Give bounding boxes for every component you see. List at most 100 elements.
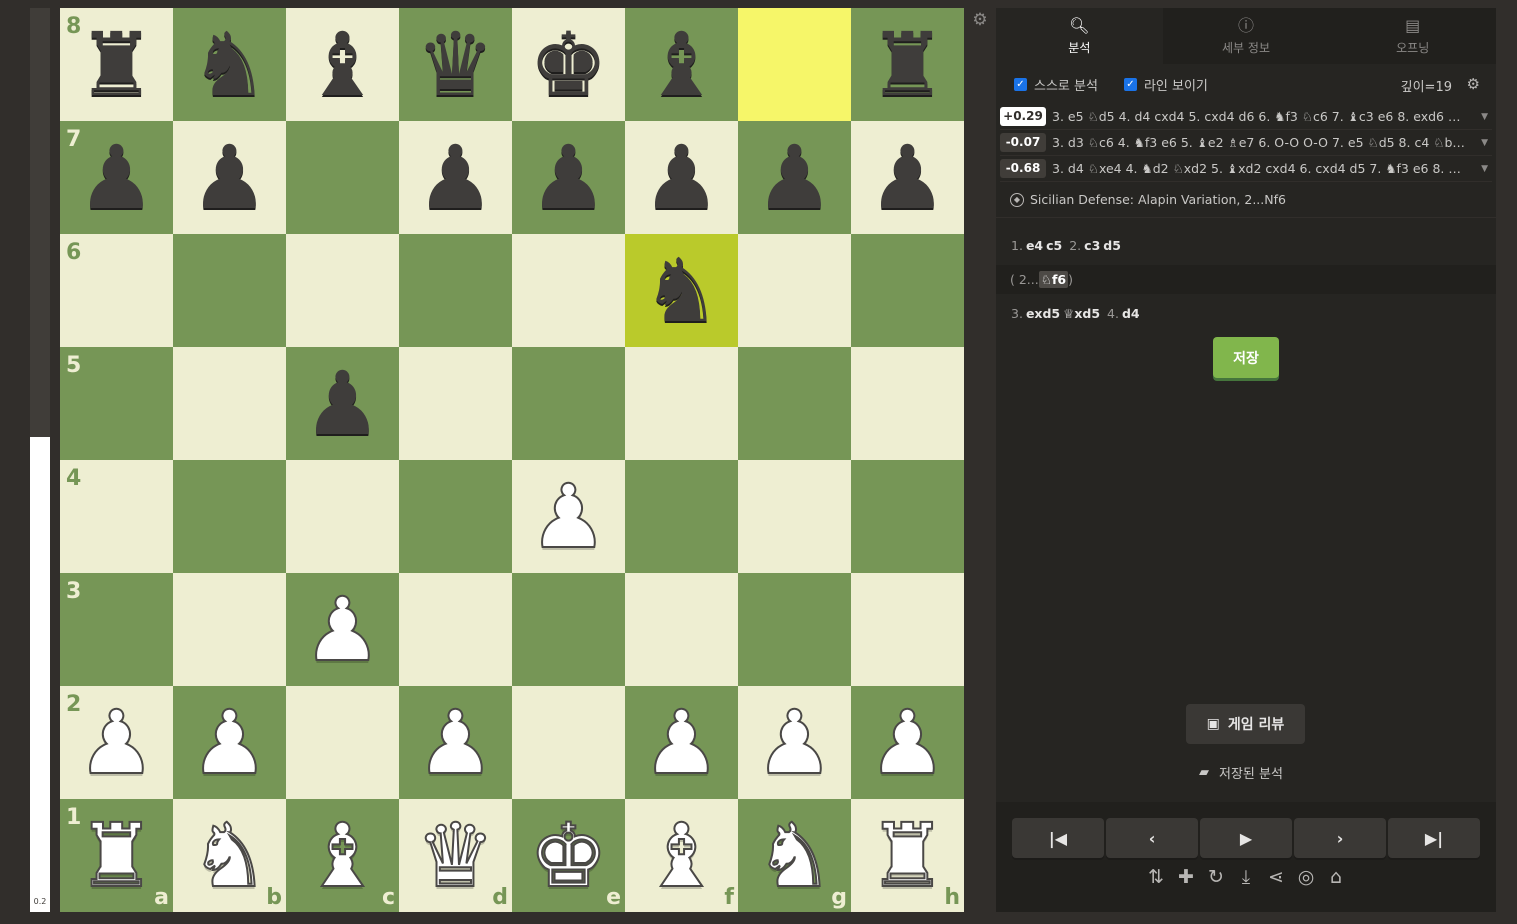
black-rook-icon[interactable]: ♜ xyxy=(868,20,947,109)
square-a2[interactable]: 2 ♟ xyxy=(60,686,173,799)
square-e7[interactable]: ♟ xyxy=(512,121,625,234)
square-e6[interactable] xyxy=(512,234,625,347)
square-h3[interactable] xyxy=(851,573,964,686)
square-d2[interactable]: ♟ xyxy=(399,686,512,799)
black-pawn-icon[interactable]: ♟ xyxy=(868,133,947,222)
museum-icon[interactable]: ⌂ xyxy=(1326,866,1346,888)
white-knight-icon[interactable]: ♞ xyxy=(189,810,270,900)
square-g3[interactable] xyxy=(738,573,851,686)
white-bishop-icon[interactable]: ♝ xyxy=(302,810,383,900)
square-c2[interactable] xyxy=(286,686,399,799)
black-pawn-icon[interactable]: ♟ xyxy=(642,133,721,222)
chess-board[interactable]: 8 ♜ ♞ ♝ ♛ ♚ ♝ ♜ 7 ♟ ♟ ♟ ♟ ♟ ♟ ♟ 6 ♞ 5 ♟ 4 ♟ 3 ♟ 2 ♟ ♟ ♟ ♟ ♟ ♟ 1 a ♜ b ♞ c ♝ d ♛… xyxy=(60,8,964,912)
move-white[interactable]: e4 xyxy=(1026,238,1043,253)
square-f6[interactable]: ♞ xyxy=(625,234,738,347)
square-b8[interactable]: ♞ xyxy=(173,8,286,121)
square-d4[interactable] xyxy=(399,460,512,573)
white-pawn-icon[interactable]: ♟ xyxy=(528,471,609,561)
square-b4[interactable] xyxy=(173,460,286,573)
square-c3[interactable]: ♟ xyxy=(286,573,399,686)
white-pawn-icon[interactable]: ♟ xyxy=(76,697,157,787)
white-pawn-icon[interactable]: ♟ xyxy=(415,697,496,787)
square-a8[interactable]: 8 ♜ xyxy=(60,8,173,121)
square-e4[interactable]: ♟ xyxy=(512,460,625,573)
square-g5[interactable] xyxy=(738,347,851,460)
square-e2[interactable] xyxy=(512,686,625,799)
share-icon[interactable]: ⋖ xyxy=(1266,866,1286,888)
square-g7[interactable]: ♟ xyxy=(738,121,851,234)
square-g6[interactable] xyxy=(738,234,851,347)
black-knight-icon[interactable]: ♞ xyxy=(642,246,721,335)
board-settings-gear-icon[interactable]: ⚙ xyxy=(971,11,989,29)
square-e1[interactable]: e ♚ xyxy=(512,799,625,912)
engine-settings-gear-icon[interactable]: ⚙ xyxy=(1467,75,1480,93)
move-black[interactable]: c5 xyxy=(1046,238,1062,253)
engine-line[interactable]: -0.68 3. d4 ♘xe4 4. ♞d2 ♘xd2 5. ♝xd2 cxd… xyxy=(1000,156,1492,182)
black-pawn-icon[interactable]: ♟ xyxy=(755,133,834,222)
white-king-icon[interactable]: ♚ xyxy=(528,810,609,900)
black-pawn-icon[interactable]: ♟ xyxy=(529,133,608,222)
add-icon[interactable]: ✚ xyxy=(1176,866,1196,888)
tab-analysis[interactable]: 🔍︎ 분석 xyxy=(996,8,1163,64)
square-d6[interactable] xyxy=(399,234,512,347)
white-pawn-icon[interactable]: ♟ xyxy=(754,697,835,787)
square-c7[interactable] xyxy=(286,121,399,234)
tab-openings[interactable]: ▤ 오프닝 xyxy=(1329,8,1496,64)
square-e3[interactable] xyxy=(512,573,625,686)
square-h6[interactable] xyxy=(851,234,964,347)
square-a4[interactable]: 4 xyxy=(60,460,173,573)
square-c8[interactable]: ♝ xyxy=(286,8,399,121)
white-bishop-icon[interactable]: ♝ xyxy=(641,810,722,900)
show-lines-checkbox[interactable]: ✓ 라인 보이기 xyxy=(1123,75,1208,94)
save-button[interactable]: 저장 xyxy=(1213,337,1279,378)
square-c6[interactable] xyxy=(286,234,399,347)
move-white[interactable]: d4 xyxy=(1122,306,1140,321)
white-pawn-icon[interactable]: ♟ xyxy=(302,584,383,674)
white-rook-icon[interactable]: ♜ xyxy=(76,810,157,900)
engine-line[interactable]: +0.29 3. e5 ♘d5 4. d4 cxd4 5. cxd4 d6 6.… xyxy=(1000,104,1492,130)
first-move-button[interactable]: |◀ xyxy=(1012,818,1104,858)
square-b5[interactable] xyxy=(173,347,286,460)
square-a1[interactable]: 1 a ♜ xyxy=(60,799,173,912)
square-b2[interactable]: ♟ xyxy=(173,686,286,799)
square-d3[interactable] xyxy=(399,573,512,686)
black-pawn-icon[interactable]: ♟ xyxy=(77,133,156,222)
chevron-down-icon[interactable]: ▼ xyxy=(1481,138,1488,148)
variation-move-selected[interactable]: ♘f6 xyxy=(1038,271,1069,288)
previous-move-button[interactable]: ‹ xyxy=(1106,818,1198,858)
square-b1[interactable]: b ♞ xyxy=(173,799,286,912)
last-move-button[interactable]: ▶| xyxy=(1388,818,1480,858)
move-black[interactable]: ♕xd5 xyxy=(1063,306,1100,321)
square-h1[interactable]: h ♜ xyxy=(851,799,964,912)
square-c5[interactable]: ♟ xyxy=(286,347,399,460)
reset-icon[interactable]: ↻ xyxy=(1206,866,1226,888)
square-f5[interactable] xyxy=(625,347,738,460)
square-f1[interactable]: f ♝ xyxy=(625,799,738,912)
white-knight-icon[interactable]: ♞ xyxy=(754,810,835,900)
black-bishop-icon[interactable]: ♝ xyxy=(642,20,721,109)
black-rook-icon[interactable]: ♜ xyxy=(77,20,156,109)
square-e5[interactable] xyxy=(512,347,625,460)
download-icon[interactable]: ⤓ xyxy=(1236,866,1256,888)
square-f3[interactable] xyxy=(625,573,738,686)
square-b7[interactable]: ♟ xyxy=(173,121,286,234)
square-g8[interactable] xyxy=(738,8,851,121)
square-f2[interactable]: ♟ xyxy=(625,686,738,799)
self-analysis-checkbox[interactable]: ✓ 스스로 분석 xyxy=(1014,75,1098,94)
white-pawn-icon[interactable]: ♟ xyxy=(867,697,948,787)
move-black[interactable]: d5 xyxy=(1103,238,1121,253)
square-c4[interactable] xyxy=(286,460,399,573)
chevron-down-icon[interactable]: ▼ xyxy=(1481,164,1488,174)
black-pawn-icon[interactable]: ♟ xyxy=(303,359,382,448)
square-f7[interactable]: ♟ xyxy=(625,121,738,234)
square-h2[interactable]: ♟ xyxy=(851,686,964,799)
square-d5[interactable] xyxy=(399,347,512,460)
square-g1[interactable]: g ♞ xyxy=(738,799,851,912)
black-pawn-icon[interactable]: ♟ xyxy=(190,133,269,222)
tab-details[interactable]: ⓘ 세부 정보 xyxy=(1163,8,1330,64)
square-b6[interactable] xyxy=(173,234,286,347)
opening-name-row[interactable]: ◆ Sicilian Defense: Alapin Variation, 2.… xyxy=(996,182,1496,218)
square-h7[interactable]: ♟ xyxy=(851,121,964,234)
chevron-down-icon[interactable]: ▼ xyxy=(1481,112,1488,122)
square-a6[interactable]: 6 xyxy=(60,234,173,347)
